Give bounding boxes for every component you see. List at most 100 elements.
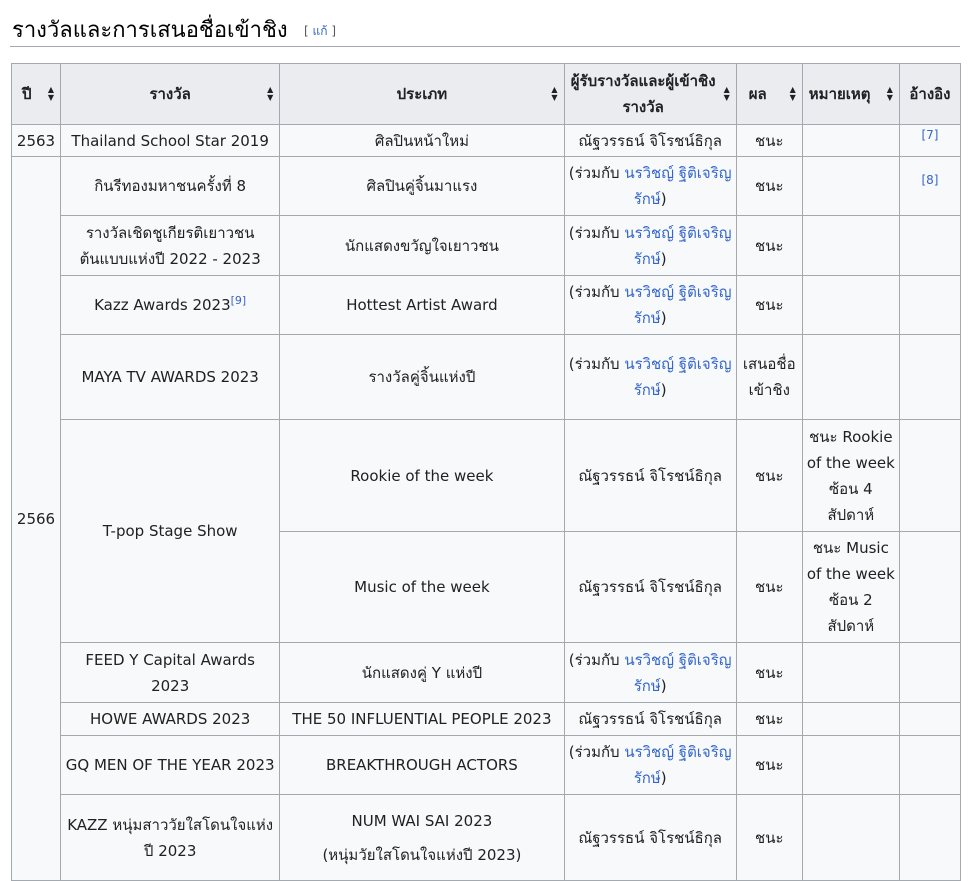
recipient-cell: (ร่วมกับ นรวิชญ์ ฐิติเจริญรักษ์) — [563, 215, 737, 276]
award-cell: Thailand School Star 2019 — [60, 124, 281, 157]
category-cell: Rookie of the week — [279, 419, 565, 532]
reference-link[interactable]: [9] — [231, 294, 247, 307]
edit-bracket-close: ] — [327, 24, 336, 38]
costar-link[interactable]: นรวิชญ์ ฐิติเจริญรักษ์ — [624, 164, 731, 208]
recipient-cell: (ร่วมกับ นรวิชญ์ ฐิติเจริญรักษ์) — [563, 735, 737, 795]
note-cell — [801, 642, 900, 703]
reference-cell — [898, 215, 962, 276]
result-cell: ชนะ — [735, 531, 803, 643]
table-row: Kazz Awards 2023[9] Hottest Artist Award… — [12, 275, 962, 335]
reference-link[interactable]: [7] — [921, 128, 938, 142]
costar-link[interactable]: นรวิชญ์ ฐิติเจริญรักษ์ — [624, 651, 731, 695]
table-row: HOWE AWARDS 2023 THE 50 INFLUENTIAL PEOP… — [12, 702, 962, 736]
note-cell — [801, 215, 900, 276]
costar-link[interactable]: นรวิชญ์ ฐิติเจริญรักษ์ — [624, 224, 731, 268]
award-cell: กินรีทองมหาชนครั้งที่ 8 — [60, 156, 281, 216]
table-row: 2563 Thailand School Star 2019 ศิลปินหน้… — [10, 124, 962, 157]
category-cell: THE 50 INFLUENTIAL PEOPLE 2023 — [279, 702, 565, 736]
sort-icon[interactable]: ▲ ▼ — [267, 86, 273, 102]
reference-cell — [898, 275, 962, 335]
recipient-cell: (ร่วมกับ นรวิชญ์ ฐิติเจริญรักษ์) — [563, 156, 737, 216]
column-header-award[interactable]: รางวัล ▲ ▼ — [60, 63, 281, 125]
category-cell: ศิลปินหน้าใหม่ — [279, 124, 565, 157]
recipient-cell: ณัฐวรรธน์ จิโรชน์ธิกุล — [563, 124, 737, 157]
table-row: รางวัลเชิดชูเกียรติเยาวชนต้นแบบแห่งปี 20… — [12, 215, 962, 276]
edit-section-link[interactable]: [ แก้ ] — [304, 22, 336, 41]
note-cell: ชนะ Music of the week ซ้อน 2 สัปดาห์ — [801, 531, 900, 643]
recipient-cell: ณัฐวรรธน์ จิโรชน์ธิกุล — [563, 702, 737, 736]
note-cell — [801, 124, 900, 157]
column-header-note[interactable]: หมายเหตุ ▲ ▼ — [801, 63, 900, 125]
header-row: ปี ▲ ▼ รางวัล ▲ ▼ ประเภท ▲ ▼ ผู้รับรางวัลและผู… — [10, 63, 962, 125]
note-cell — [801, 275, 900, 335]
recipient-cell: (ร่วมกับ นรวิชญ์ ฐิติเจริญรักษ์) — [563, 334, 737, 420]
costar-link[interactable]: นรวิชญ์ ฐิติเจริญรักษ์ — [624, 355, 731, 399]
result-cell: ชนะ — [735, 275, 803, 335]
result-cell: ชนะ — [735, 419, 803, 532]
note-cell: ชนะ Rookie of the week ซ้อน 4 สัปดาห์ — [801, 419, 900, 532]
awards-table: ปี ▲ ▼ รางวัล ▲ ▼ ประเภท ▲ ▼ ผู้รับรางวัลและผู… — [10, 63, 962, 881]
table-row: GQ MEN OF THE YEAR 2023 BREAKTHROUGH ACT… — [12, 735, 962, 795]
column-header-result[interactable]: ผล ▲ ▼ — [735, 63, 803, 125]
award-cell: MAYA TV AWARDS 2023 — [60, 334, 281, 420]
costar-link[interactable]: นรวิชญ์ ฐิติเจริญรักษ์ — [624, 283, 731, 327]
costar-link[interactable]: นรวิชญ์ ฐิติเจริญรักษ์ — [624, 743, 731, 787]
result-cell: ชนะ — [735, 124, 803, 157]
note-cell — [801, 735, 900, 795]
recipient-cell: ณัฐวรรธน์ จิโรชน์ธิกุล — [563, 419, 737, 532]
column-header-reference: อ้างอิง — [898, 63, 962, 125]
year-cell: 2563 — [10, 124, 62, 157]
note-cell — [801, 794, 900, 881]
category-cell: NUM WAI SAI 2023 (หนุ่มวัยใสโดนใจแห่งปี 2… — [279, 794, 565, 881]
reference-cell — [898, 642, 962, 703]
category-cell: Hottest Artist Award — [279, 275, 565, 335]
note-cell — [801, 702, 900, 736]
award-cell: GQ MEN OF THE YEAR 2023 — [60, 735, 281, 795]
column-header-year[interactable]: ปี ▲ ▼ — [10, 63, 62, 125]
edit-label[interactable]: แก้ — [313, 24, 328, 38]
reference-cell — [898, 334, 962, 420]
category-main: NUM WAI SAI 2023 — [351, 811, 493, 830]
sort-icon[interactable]: ▲ ▼ — [790, 86, 796, 102]
category-cell: ศิลปินคู่จิ้นมาแรง — [279, 156, 565, 216]
reference-cell — [898, 702, 962, 736]
result-cell: ชนะ — [735, 794, 803, 881]
award-cell: รางวัลเชิดชูเกียรติเยาวชนต้นแบบแห่งปี 20… — [60, 215, 281, 276]
edit-bracket-open: [ — [304, 24, 313, 38]
result-cell: ชนะ — [735, 156, 803, 216]
category-cell: รางวัลคู่จิ้นแห่งปี — [279, 334, 565, 420]
reference-link[interactable]: [8] — [921, 173, 938, 187]
reference-cell — [898, 794, 962, 881]
result-cell: ชนะ — [735, 215, 803, 276]
result-cell: ชนะ — [735, 702, 803, 736]
award-cell: T-pop Stage Show — [60, 419, 281, 643]
reference-cell — [898, 419, 962, 532]
award-cell: FEED Y Capital Awards 2023 — [60, 642, 281, 703]
note-cell — [801, 334, 900, 420]
sort-icon[interactable]: ▲ ▼ — [551, 86, 557, 102]
section-title: รางวัลและการเสนอชื่อเข้าชิง — [12, 18, 288, 43]
reference-cell: [8] — [898, 156, 962, 216]
recipient-cell: (ร่วมกับ นรวิชญ์ ฐิติเจริญรักษ์) — [563, 275, 737, 335]
result-cell: เสนอชื่อเข้าชิง — [735, 334, 803, 420]
award-cell: Kazz Awards 2023[9] — [60, 275, 281, 335]
table-row: 2566 กินรีทองมหาชนครั้งที่ 8 ศิลปินคู่จิ… — [10, 156, 962, 881]
column-header-recipient[interactable]: ผู้รับรางวัลและผู้เข้าชิงรางวัล ▲ ▼ — [563, 63, 737, 125]
sort-icon[interactable]: ▲ ▼ — [724, 86, 730, 102]
recipient-cell: ณัฐวรรธน์ จิโรชน์ธิกุล — [563, 531, 737, 643]
year-cell: 2566 — [10, 156, 62, 881]
section-heading: รางวัลและการเสนอชื่อเข้าชิง [ แก้ ] — [10, 8, 960, 47]
column-header-category[interactable]: ประเภท ▲ ▼ — [279, 63, 565, 125]
category-cell: นักแสดงคู่ Y แห่งปี — [279, 642, 565, 703]
reference-cell — [898, 531, 962, 643]
reference-cell: [7] — [898, 124, 962, 157]
reference-cell — [898, 735, 962, 795]
sort-icon[interactable]: ▲ ▼ — [887, 86, 893, 102]
category-subtitle: (หนุ่มวัยใสโดนใจแห่งปี 2023) — [322, 845, 522, 864]
table-row: FEED Y Capital Awards 2023 นักแสดงคู่ Y … — [12, 642, 962, 703]
table-row: MAYA TV AWARDS 2023 รางวัลคู่จิ้นแห่งปี … — [12, 334, 962, 420]
award-cell: HOWE AWARDS 2023 — [60, 702, 281, 736]
table-row: T-pop Stage Show Rookie of the week ณัฐว… — [12, 419, 962, 643]
sort-icon[interactable]: ▲ ▼ — [48, 86, 54, 102]
award-cell: KAZZ หนุ่มสาววัยใสโดนใจแห่งปี 2023 — [60, 794, 281, 881]
